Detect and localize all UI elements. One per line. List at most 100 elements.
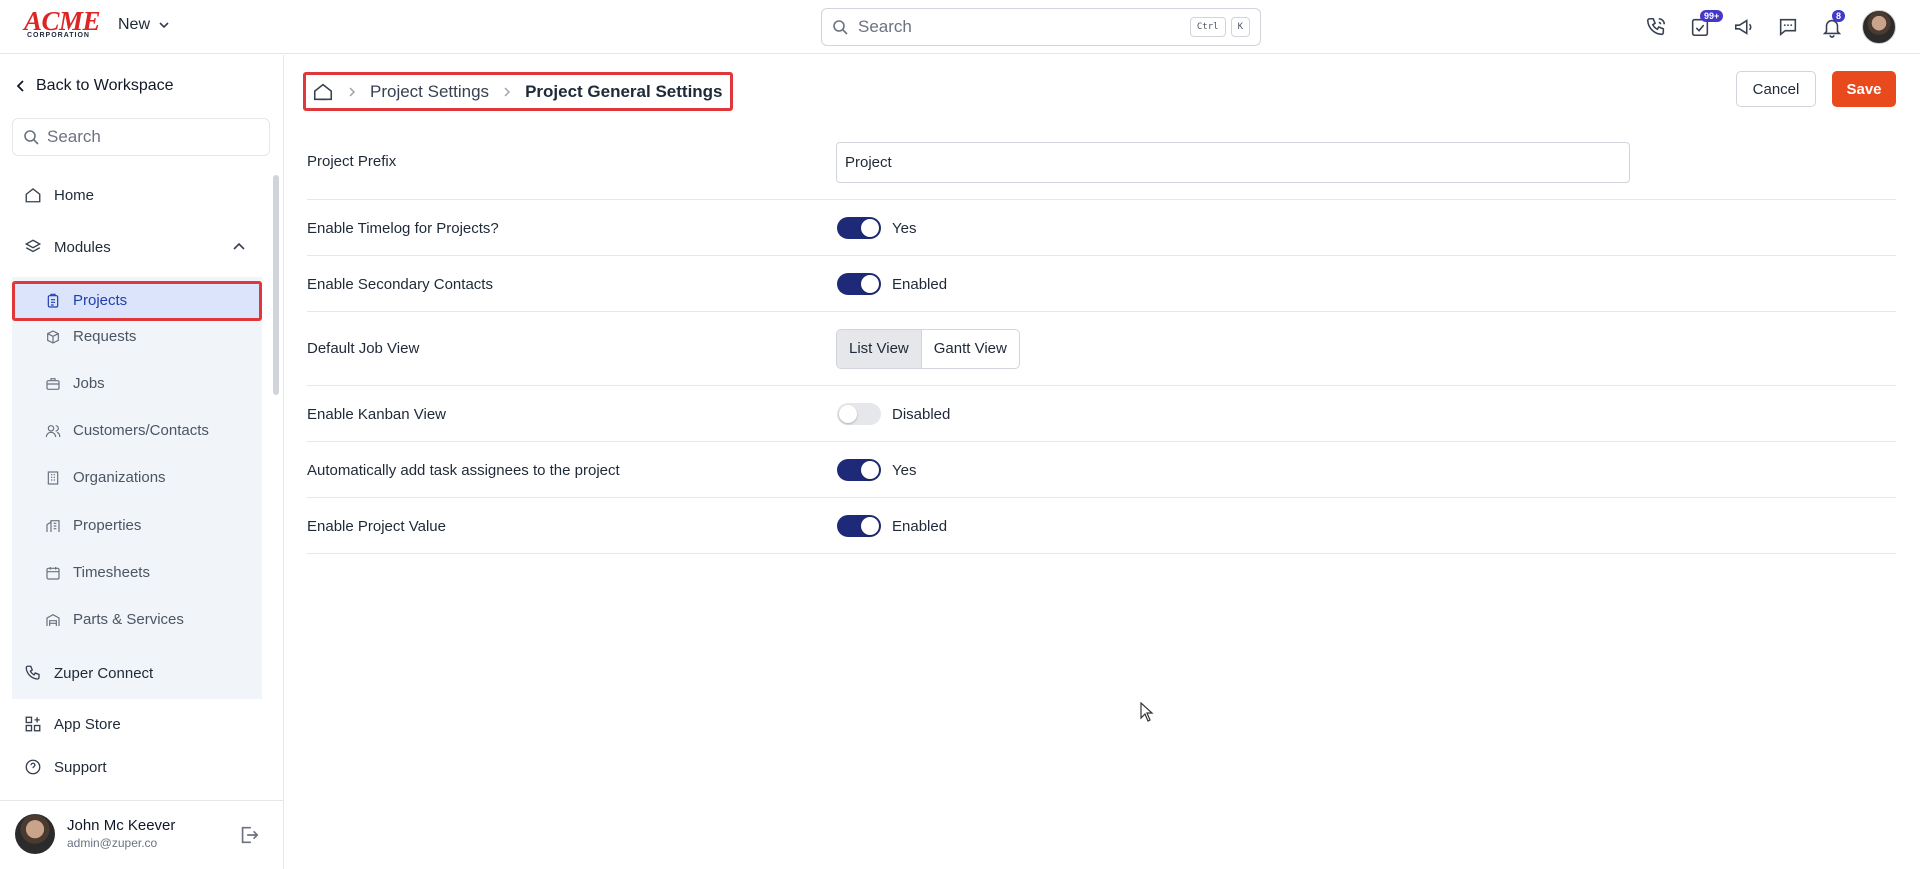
clipboard-icon: [45, 293, 61, 309]
toggle-knob: [861, 461, 879, 479]
calendar-icon: [45, 565, 61, 581]
sidebar-item-label: Jobs: [73, 375, 105, 392]
sidebar-item-label: Organizations: [73, 469, 166, 486]
toggle-knob: [839, 405, 857, 423]
chat-icon[interactable]: [1774, 10, 1802, 44]
tasks-icon[interactable]: 99+: [1686, 10, 1724, 44]
setting-row-auto-assign: Automatically add task assignees to the …: [307, 442, 1896, 498]
megaphone-icon[interactable]: [1730, 10, 1758, 44]
breadcrumb-current: Project General Settings: [525, 81, 723, 101]
setting-label: Automatically add task assignees to the …: [307, 462, 620, 479]
kbd-k: K: [1230, 17, 1250, 37]
sidebar-item-label: Parts & Services: [73, 611, 184, 628]
tasks-badge: 99+: [1700, 10, 1724, 22]
save-button[interactable]: Save: [1832, 71, 1896, 107]
chevron-down-icon: [158, 19, 170, 31]
cancel-button[interactable]: Cancel: [1736, 71, 1816, 107]
avatar[interactable]: [15, 814, 55, 854]
auto-assign-toggle[interactable]: [837, 459, 881, 481]
users-icon: [45, 423, 61, 439]
sidebar-item-zuper-connect[interactable]: Zuper Connect: [24, 664, 153, 682]
toggle-knob: [861, 517, 879, 535]
gantt-view-option[interactable]: Gantt View: [922, 330, 1019, 368]
sidebar-item-label: App Store: [54, 715, 121, 733]
breadcrumb-project-settings[interactable]: Project Settings: [370, 82, 489, 102]
setting-label: Project Prefix: [307, 153, 397, 170]
setting-label: Default Job View: [307, 340, 420, 357]
bell-icon[interactable]: 8: [1818, 10, 1846, 44]
secondary-contacts-toggle[interactable]: [837, 273, 881, 295]
project-prefix-input[interactable]: [836, 142, 1630, 183]
toggle-state: Enabled: [892, 276, 948, 293]
sidebar-item-jobs[interactable]: Jobs: [45, 375, 105, 392]
search-icon: [23, 129, 39, 145]
user-name: John Mc Keever: [67, 817, 176, 834]
sidebar-item-customers[interactable]: Customers/Contacts: [45, 422, 209, 439]
sidebar-item-label: Home: [54, 186, 95, 204]
properties-icon: [45, 518, 61, 534]
warehouse-icon: [45, 612, 61, 628]
sidebar-item-label: Support: [54, 758, 107, 776]
chevron-right-icon: [348, 86, 356, 98]
layers-icon: [24, 238, 42, 256]
sidebar-item-app-store[interactable]: App Store: [24, 715, 121, 733]
modules-submenu: Requests Jobs Customers/Contacts Organiz…: [12, 277, 262, 699]
sidebar-item-projects[interactable]: Projects: [12, 281, 262, 321]
project-value-toggle[interactable]: [837, 515, 881, 537]
notifications-badge: 8: [1832, 10, 1846, 22]
sidebar-item-projects-content: Projects: [45, 292, 127, 309]
home-icon[interactable]: [312, 81, 334, 103]
sidebar-search-placeholder: Search: [47, 127, 101, 146]
sidebar-item-timesheets[interactable]: Timesheets: [45, 564, 150, 581]
sidebar-item-organizations[interactable]: Organizations: [45, 469, 166, 486]
sidebar-item-label: Customers/Contacts: [73, 422, 209, 439]
breadcrumb: Project Settings Project General Setting…: [303, 72, 733, 111]
sidebar-item-home[interactable]: Home: [24, 186, 94, 204]
sidebar-item-label: Properties: [73, 517, 142, 534]
job-view-segmented-control: List View Gantt View: [836, 329, 1020, 369]
sidebar-item-modules[interactable]: Modules: [24, 238, 246, 256]
sidebar-item-requests[interactable]: Requests: [45, 328, 136, 345]
logo-text: ACME: [24, 6, 101, 36]
sidebar-item-support[interactable]: Support: [24, 758, 107, 776]
top-icons: 99+ 8: [1642, 10, 1896, 44]
new-button[interactable]: New: [118, 16, 170, 34]
sidebar-item-label: Timesheets: [73, 564, 150, 581]
setting-row-job-view: Default Job View List View Gantt View: [307, 312, 1896, 386]
sidebar: Back to Workspace Search Home Modules Re…: [0, 55, 284, 869]
setting-row-secondary-contacts: Enable Secondary Contacts Enabled: [307, 256, 1896, 312]
toggle-state: Yes: [892, 220, 917, 237]
kanban-toggle[interactable]: [837, 403, 881, 425]
home-icon: [24, 186, 42, 204]
timelog-toggle[interactable]: [837, 217, 881, 239]
setting-row-kanban: Enable Kanban View Disabled: [307, 386, 1896, 442]
setting-row-project-value: Enable Project Value Enabled: [307, 498, 1896, 554]
sidebar-item-parts-services[interactable]: Parts & Services: [45, 611, 184, 628]
user-email: admin@zuper.co: [67, 836, 158, 850]
back-label: Back to Workspace: [36, 77, 174, 94]
phone-icon[interactable]: [1642, 10, 1670, 44]
top-bar: ACME CORPORATION New Search Ctrl K 99+ 8: [0, 0, 1920, 54]
mouse-cursor-icon: [1140, 702, 1154, 722]
search-icon: [832, 19, 848, 35]
building-icon: [45, 470, 61, 486]
chevron-up-icon: [232, 240, 246, 254]
sidebar-item-label: Modules: [54, 238, 111, 256]
global-search-placeholder: Search: [858, 17, 912, 36]
logout-icon[interactable]: [238, 824, 260, 846]
sidebar-search-input[interactable]: Search: [12, 118, 270, 156]
setting-row-timelog: Enable Timelog for Projects? Yes: [307, 200, 1896, 256]
user-avatar[interactable]: [1862, 10, 1896, 44]
global-search[interactable]: Search Ctrl K: [821, 8, 1261, 46]
help-circle-icon: [24, 758, 42, 776]
sidebar-item-label: Requests: [73, 328, 137, 345]
user-profile: John Mc Keever admin@zuper.co: [0, 800, 284, 868]
back-to-workspace-link[interactable]: Back to Workspace: [16, 77, 174, 95]
kbd-ctrl: Ctrl: [1189, 17, 1226, 37]
sidebar-item-properties[interactable]: Properties: [45, 517, 141, 534]
package-icon: [45, 329, 61, 345]
acme-logo[interactable]: ACME CORPORATION: [24, 6, 101, 41]
sidebar-scrollbar[interactable]: [273, 175, 279, 395]
list-view-option[interactable]: List View: [837, 330, 922, 368]
toggle-state: Disabled: [892, 406, 951, 423]
